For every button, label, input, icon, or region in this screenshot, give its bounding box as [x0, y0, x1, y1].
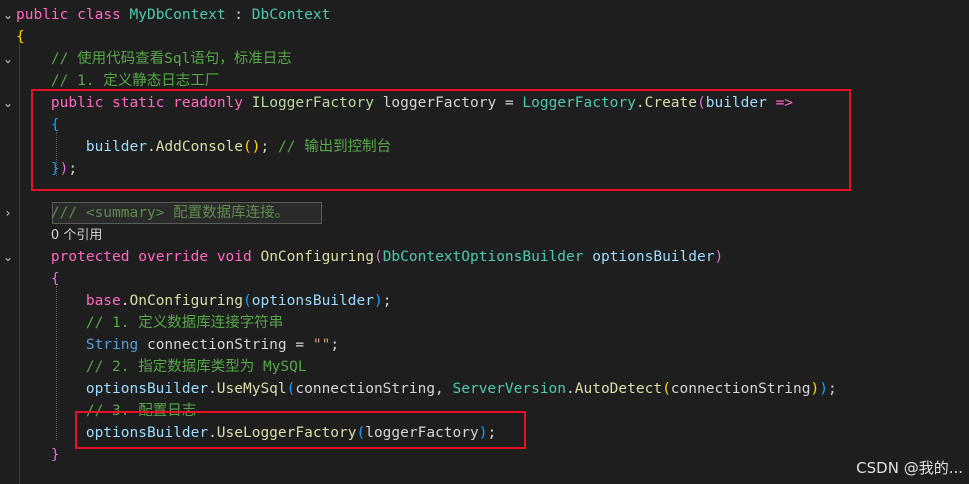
code-token: OnConfiguring: [260, 249, 374, 265]
code-token: (: [662, 381, 671, 397]
code-token: // 2. 指定数据库类型为 MySQL: [85, 359, 307, 375]
code-token: protected: [50, 249, 130, 265]
code-token: ): [810, 381, 820, 397]
code-token: ;: [330, 337, 340, 353]
code-token: {: [50, 271, 60, 287]
code-token: connectionString,: [295, 381, 453, 397]
code-token: optionsBuilder: [251, 293, 374, 309]
code-token: DbContextOptionsBuilder: [382, 249, 584, 265]
watermark: CSDN @我的...: [856, 459, 963, 477]
code-editor[interactable]: ⌄ public class MyDbContext : DbContext{⌄ …: [0, 0, 969, 484]
code-token: connectionString =: [138, 337, 313, 353]
code-token: void: [216, 249, 252, 265]
code-token: ;: [382, 293, 392, 309]
highlight-box-use-logger-factory: [75, 411, 526, 449]
code-token: class: [77, 7, 121, 23]
code-token: OnConfiguring: [129, 293, 244, 309]
code-text: optionsBuilder.UseMySql(connectionString…: [16, 378, 837, 400]
code-token: DbContext: [251, 7, 331, 23]
highlight-box-logger-factory: [31, 89, 851, 191]
code-text: {: [16, 26, 25, 48]
code-text: /// <summary> 配置数据库连接。: [16, 202, 289, 224]
code-token: // 1. 定义数据库连接字符串: [85, 315, 284, 331]
code-token: override: [138, 249, 209, 265]
code-text: base.OnConfiguring(optionsBuilder);: [16, 290, 392, 312]
code-text: public class MyDbContext : DbContext: [16, 4, 330, 26]
code-text: protected override void OnConfiguring(Db…: [16, 246, 723, 268]
code-token: ): [373, 293, 383, 309]
collapse-chevron-icon[interactable]: ⌄: [3, 48, 13, 70]
code-token: // 使用代码查看Sql语句，标准日志: [50, 51, 292, 67]
code-token: connectionString: [670, 381, 811, 397]
code-token: base: [85, 293, 121, 309]
code-token: ServerVersion: [452, 381, 567, 397]
code-text: // 1. 定义数据库连接字符串: [16, 312, 283, 334]
code-token: String: [85, 337, 139, 353]
code-text: // 使用代码查看Sql语句，标准日志: [16, 48, 292, 70]
reference-count-codelens[interactable]: 0 个引用: [51, 228, 102, 243]
code-token: optionsBuilder: [85, 381, 209, 397]
code-text: // 2. 指定数据库类型为 MySQL: [16, 356, 307, 378]
code-token: UseMySql: [216, 381, 287, 397]
code-token: .: [208, 381, 217, 397]
code-token: :: [225, 7, 252, 23]
code-token: /// <summary> 配置数据库连接。: [50, 205, 290, 221]
code-token: {: [16, 29, 25, 45]
code-token: .: [120, 293, 130, 309]
code-token: (: [243, 293, 252, 309]
code-text: String connectionString = "";: [16, 334, 339, 356]
collapse-chevron-icon[interactable]: ⌄: [3, 4, 13, 26]
code-token: (: [373, 249, 383, 265]
code-token: .: [566, 381, 575, 397]
code-token: public: [16, 7, 69, 23]
collapse-chevron-icon[interactable]: ⌄: [3, 92, 13, 114]
code-token: // 1. 定义静态日志工厂: [50, 73, 220, 89]
expand-chevron-icon[interactable]: ›: [3, 202, 13, 224]
code-token: ;: [827, 381, 837, 397]
code-token: "": [312, 337, 331, 353]
code-token: optionsBuilder: [592, 249, 715, 265]
code-token: }: [50, 447, 60, 463]
code-token: ): [714, 249, 724, 265]
code-text: {: [16, 268, 60, 290]
code-token: MyDbContext: [129, 7, 226, 23]
code-token: AutoDetect: [574, 381, 663, 397]
collapse-chevron-icon[interactable]: ⌄: [3, 246, 13, 268]
code-text: 0 个引用: [16, 224, 102, 247]
code-token: ): [819, 381, 828, 397]
code-text: }: [16, 444, 60, 466]
